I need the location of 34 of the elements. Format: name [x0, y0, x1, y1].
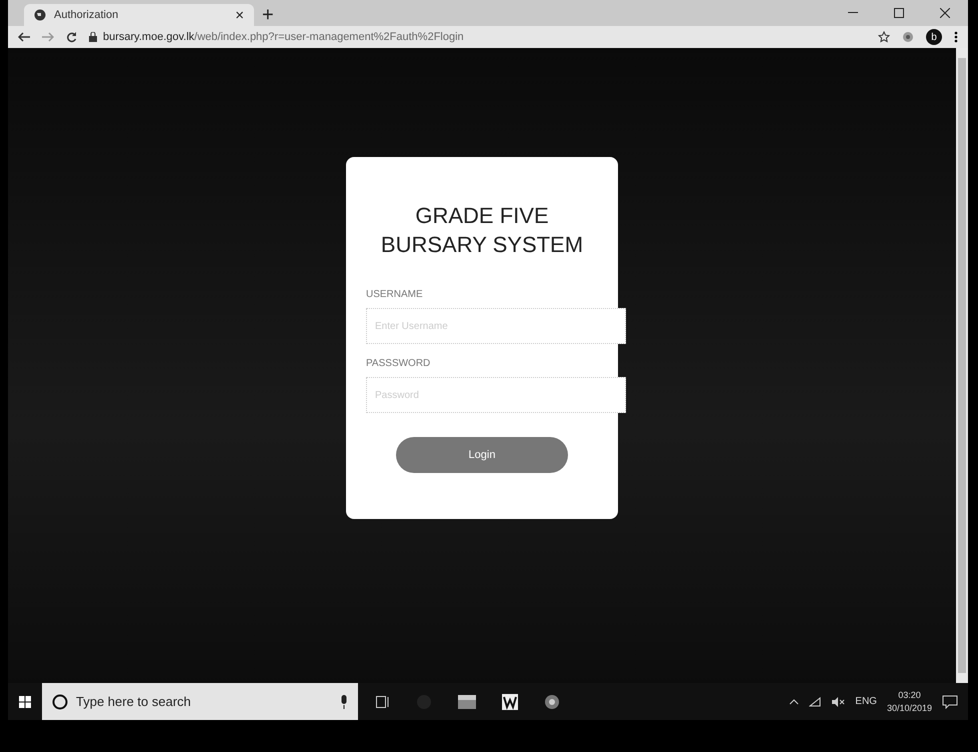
circle-icon	[52, 694, 68, 710]
scrollbar[interactable]	[956, 48, 968, 683]
maximize-icon[interactable]	[894, 8, 904, 18]
field-label: USERNAME	[366, 289, 424, 300]
close-tab-button[interactable]: ×	[235, 6, 244, 24]
address-field[interactable]: bursary.moe.gov.lk/web/index.php?r=user-management%2Fauth%2Flogin	[103, 31, 464, 43]
notification-icon[interactable]	[942, 694, 958, 708]
extension-icon[interactable]	[902, 31, 914, 43]
back-icon[interactable]	[18, 32, 30, 42]
star-icon[interactable]	[878, 31, 890, 43]
word-app-icon[interactable]	[502, 694, 518, 710]
windows-icon[interactable]	[19, 696, 31, 708]
field-label: PASSSWORD	[366, 358, 432, 369]
folder-icon[interactable]	[458, 694, 476, 708]
browser-tab[interactable]: Authorization ×	[24, 4, 254, 26]
close-icon[interactable]	[940, 8, 950, 18]
taskbar-clock[interactable]: 03:20 30/10/2019	[886, 688, 932, 714]
lock-icon	[89, 32, 97, 42]
profile-avatar[interactable]: b	[926, 29, 942, 45]
login-button[interactable]: Login	[396, 437, 568, 473]
network-icon[interactable]	[809, 696, 822, 706]
speaker-muted-icon[interactable]	[831, 696, 846, 706]
task-view-icon[interactable]	[376, 696, 390, 708]
globe-icon	[34, 9, 46, 21]
taskbar-search-field[interactable]: Type here to search	[42, 683, 358, 720]
menu-icon[interactable]	[954, 31, 958, 43]
new-tab-button[interactable]: +	[262, 4, 274, 26]
minimize-icon[interactable]	[848, 12, 858, 14]
tab-title: Authorization	[54, 9, 120, 21]
reload-icon[interactable]	[66, 32, 77, 42]
login-title: GRADE FIVE BURSARY SYSTEM	[380, 202, 584, 259]
chevron-up-icon[interactable]	[789, 698, 800, 704]
language-indicator[interactable]: ENG	[855, 696, 877, 707]
microphone-icon[interactable]	[340, 694, 348, 708]
